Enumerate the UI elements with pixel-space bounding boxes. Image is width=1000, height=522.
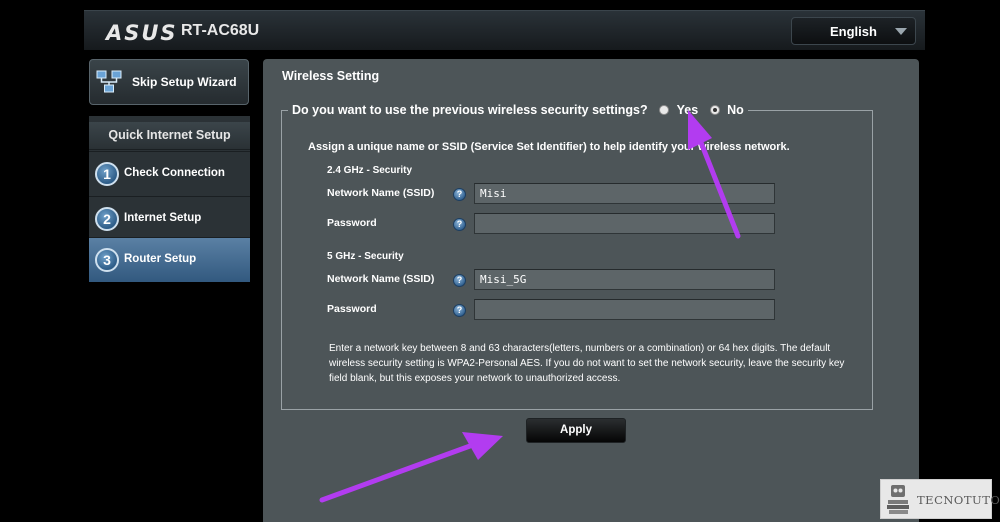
radio-no-label: No <box>727 102 744 117</box>
step-number-icon: 1 <box>95 162 119 186</box>
ssid-5-label: Network Name (SSID) <box>327 273 435 285</box>
step-number-icon: 3 <box>95 248 119 272</box>
security-note: Enter a network key between 8 and 63 cha… <box>329 343 845 384</box>
apply-button[interactable]: Apply <box>526 418 626 443</box>
language-select[interactable]: English <box>791 17 916 45</box>
ssid-24-input[interactable]: Misi <box>474 183 775 204</box>
help-icon[interactable]: ? <box>453 304 466 317</box>
skip-setup-wizard-button[interactable]: Skip Setup Wizard <box>89 59 249 105</box>
watermark-text: TECNOTUTO <box>917 493 1000 507</box>
help-icon[interactable]: ? <box>453 274 466 287</box>
robot-books-icon <box>887 485 909 514</box>
question-text: Do you want to use the previous wireless… <box>292 102 648 117</box>
previous-settings-question: Do you want to use the previous wireless… <box>288 102 748 120</box>
skip-setup-wizard-label: Skip Setup Wizard <box>132 75 237 89</box>
ssid-intro-text: Assign a unique name or SSID (Service Se… <box>308 141 790 153</box>
sidebar-item-internet-setup[interactable]: 2 Internet Setup <box>89 196 250 241</box>
router-setup-screen: ASUS RT-AC68U English Skip Setup Wizard … <box>0 0 1000 522</box>
sidebar-item-label: Check Connection <box>124 167 225 179</box>
radio-yes[interactable] <box>659 104 670 115</box>
help-icon[interactable]: ? <box>453 188 466 201</box>
quick-internet-setup-title: Quick Internet Setup <box>89 122 250 150</box>
wireless-settings-fieldset: Do you want to use the previous wireless… <box>281 102 873 410</box>
help-icon[interactable]: ? <box>453 218 466 231</box>
quick-internet-setup-panel: Quick Internet Setup 1 Check Connection … <box>89 116 250 282</box>
step-number-icon: 2 <box>95 207 119 231</box>
tecnotuto-watermark: TECNOTUTO <box>880 479 1000 519</box>
page-title: Wireless Setting <box>282 69 380 83</box>
sidebar-item-label: Internet Setup <box>124 212 202 224</box>
ssid-24-label: Network Name (SSID) <box>327 187 435 199</box>
password-24-label: Password <box>327 217 377 229</box>
ssid-5-input[interactable]: Misi_5G <box>474 269 775 290</box>
password-5-input[interactable] <box>474 299 775 320</box>
band-5-title: 5 GHz - Security <box>327 251 404 262</box>
model-name: RT-AC68U <box>181 22 260 39</box>
radio-yes-label: Yes <box>676 102 699 117</box>
wireless-setting-panel: Wireless Setting Do you want to use the … <box>263 59 919 522</box>
language-label: English <box>830 24 877 39</box>
top-bar: ASUS RT-AC68U English <box>84 10 925 50</box>
brand-logo: ASUS <box>106 21 178 45</box>
sidebar-item-label: Router Setup <box>124 253 197 265</box>
sidebar-item-router-setup[interactable]: 3 Router Setup <box>89 237 250 282</box>
sidebar-item-check-connection[interactable]: 1 Check Connection <box>89 151 250 196</box>
chevron-down-icon <box>895 28 907 35</box>
network-nodes-icon <box>96 70 122 93</box>
password-5-label: Password <box>327 303 377 315</box>
password-24-input[interactable] <box>474 213 775 234</box>
radio-no[interactable] <box>709 104 720 115</box>
band-24-title: 2.4 GHz - Security <box>327 165 413 176</box>
